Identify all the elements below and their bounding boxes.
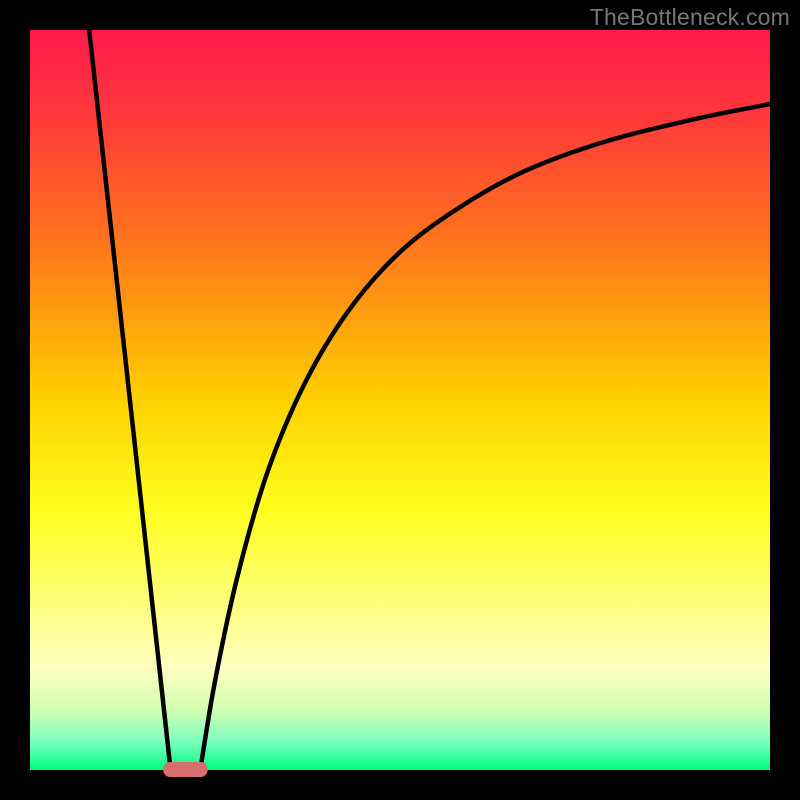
watermark-text: TheBottleneck.com [590, 4, 790, 31]
chart-frame: TheBottleneck.com [0, 0, 800, 800]
bottleneck-marker [163, 762, 207, 777]
bottleneck-chart [0, 0, 800, 800]
plot-background [30, 30, 770, 770]
